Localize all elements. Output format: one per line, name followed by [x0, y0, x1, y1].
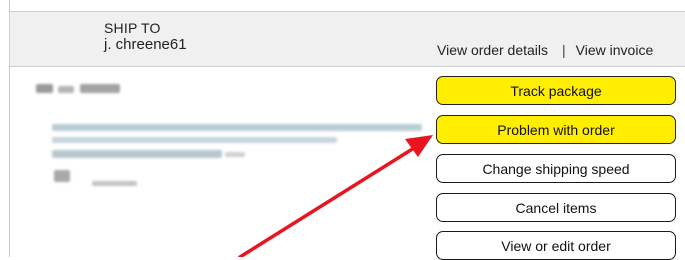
annotation-arrow-icon: [238, 135, 433, 257]
annotation-arrow-shaft: [238, 146, 416, 257]
annotation-arrow-head: [405, 135, 433, 157]
